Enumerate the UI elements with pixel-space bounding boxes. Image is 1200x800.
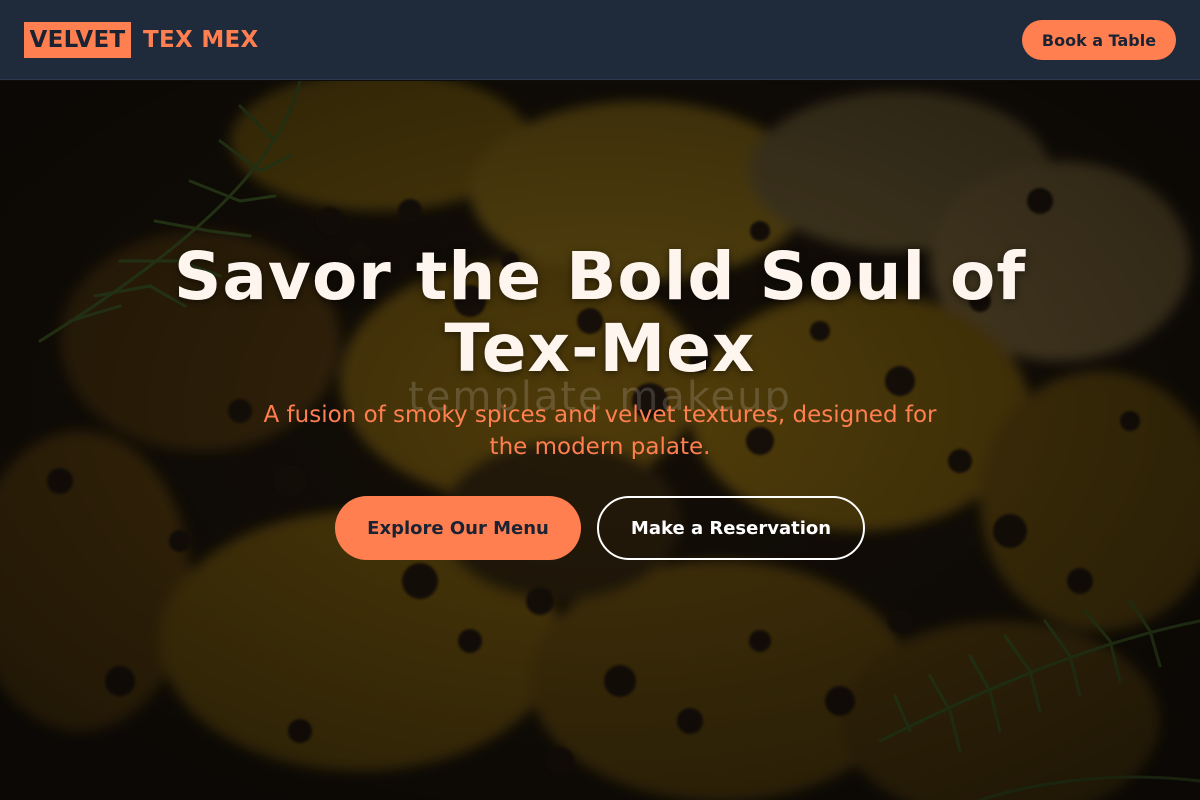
hero-subtitle: A fusion of smoky spices and velvet text… [263,402,937,460]
logo-primary[interactable]: VELVET [24,22,131,58]
site-header: VELVET TEX MEX Book a Table [0,0,1200,80]
explore-menu-button[interactable]: Explore Our Menu [335,496,581,560]
logo-secondary[interactable]: TEX MEX [143,22,259,58]
book-table-button[interactable]: Book a Table [1022,20,1176,60]
hero-headline: Savor the Bold Soul of Tex-Mex [173,238,1027,387]
make-reservation-button[interactable]: Make a Reservation [597,496,865,560]
hero-section: template makeup Savor the Bold Soul of T… [0,81,1200,800]
